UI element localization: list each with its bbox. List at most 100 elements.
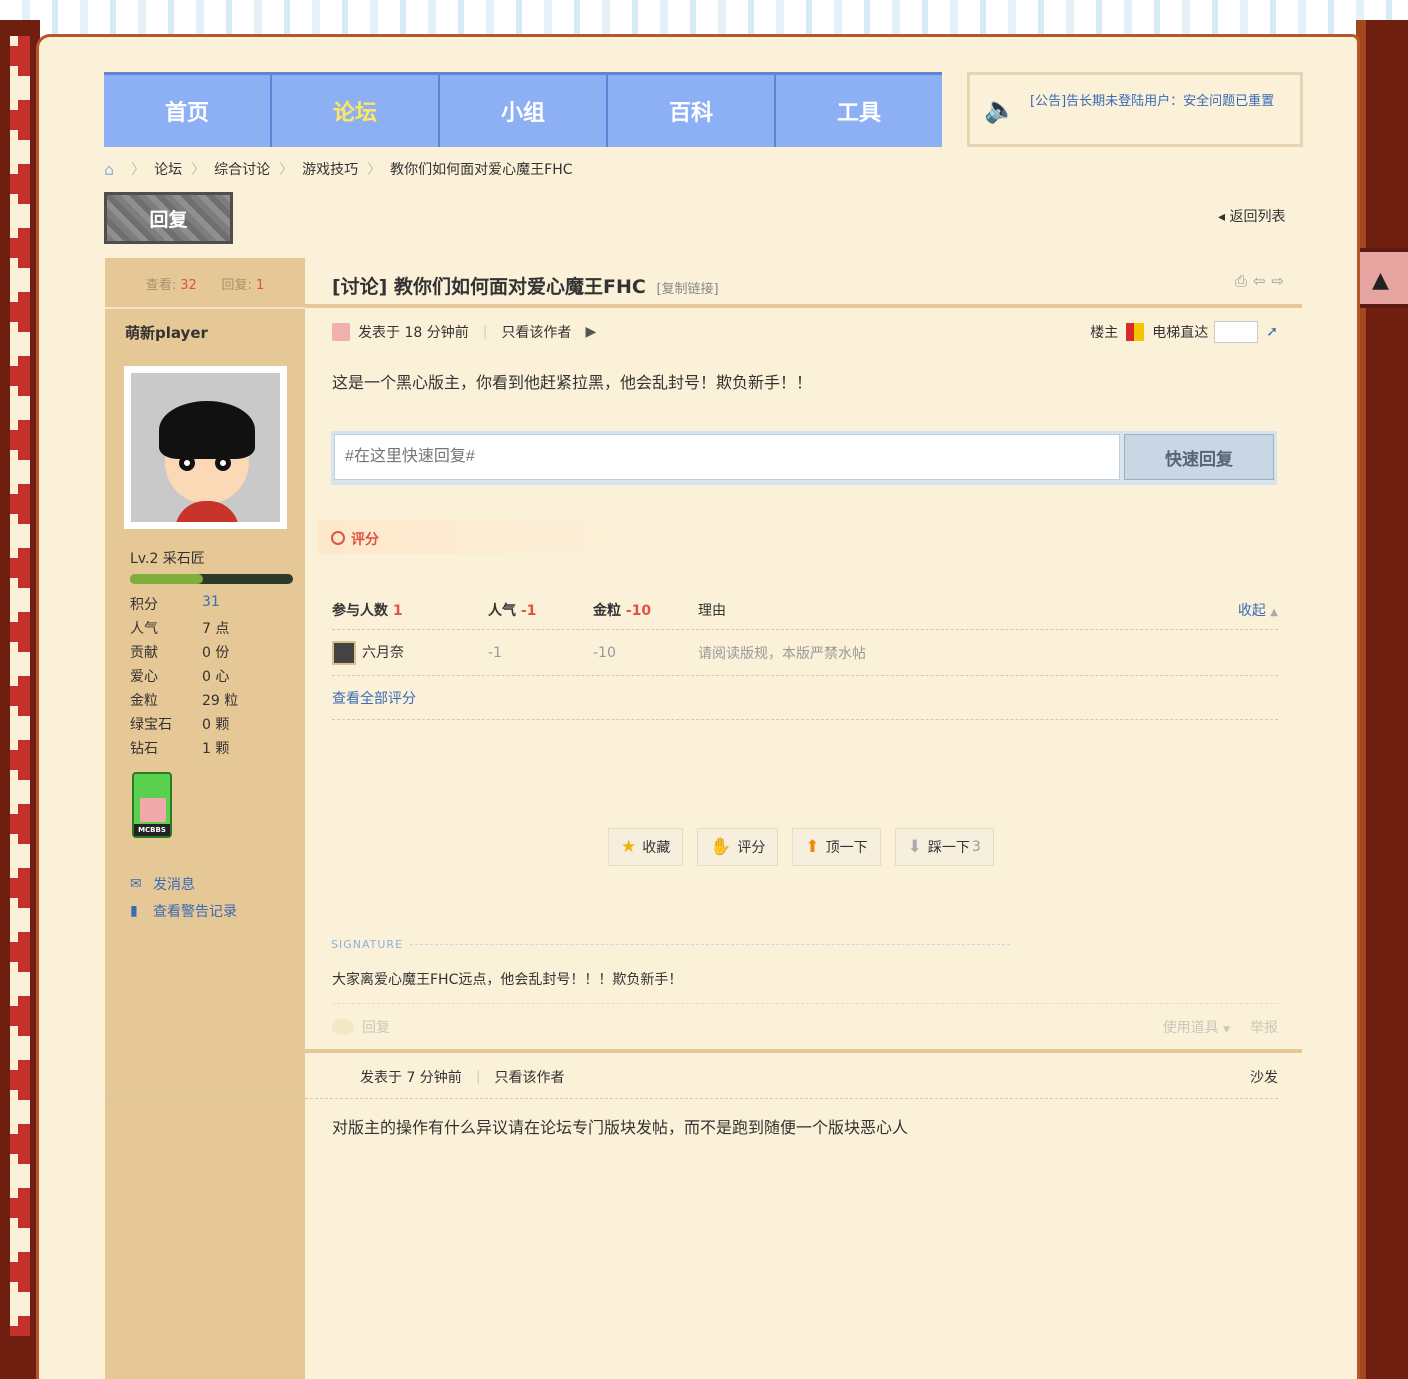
downvote-count: 3 (971, 839, 981, 855)
avatar-hair (159, 401, 255, 459)
elevator-input[interactable] (1214, 321, 1259, 343)
meta-right: 楼主 电梯直达 ➚ (1090, 321, 1278, 343)
rating-table: 参与人数 1 人气 -1 金粒 -10 理由 收起 ▲ 六月奈 -1 -10 请… (332, 590, 1278, 720)
replies-label: 回复: (221, 278, 252, 293)
jump-icon[interactable]: ➚ (1266, 324, 1278, 340)
collapse-label: 收起 (1237, 602, 1266, 619)
main-nav: 首页 论坛 小组 百科 工具 (104, 72, 942, 147)
view-all-rating-row: 查看全部评分 (332, 676, 1278, 720)
signature-text: 大家离爱心魔王FHC远点，他会乱封号！！！欺负新手！ (332, 972, 683, 988)
profile-row: 绿宝石 0 颗 (130, 714, 300, 738)
participants-cell: 参与人数 1 (332, 600, 488, 620)
rating-tab-label: 评分 (331, 529, 379, 549)
rating-popularity: -1 (488, 644, 502, 661)
home-icon[interactable]: ⌂ (104, 160, 114, 179)
post2-divider (105, 1098, 1278, 1099)
upvote-button[interactable]: ⬆ 顶一下 (792, 828, 881, 866)
back-to-list-label: 返回列表 (1229, 209, 1286, 225)
views-count: 32 (180, 278, 197, 293)
view-all-rating-link[interactable]: 查看全部评分 (332, 688, 416, 708)
post-header: [讨论] 教你们如何面对爱心魔王FHC [复制链接] ⎙⇦⇨ (305, 258, 1302, 308)
replies-count: 1 (256, 278, 265, 293)
collapse-rating-link[interactable]: 收起 ▲ (1238, 600, 1278, 620)
quick-reply-button[interactable]: 快速回复 (1124, 434, 1274, 480)
post2-meta: 发表于 7 分钟前 | 只看该作者 沙发 (360, 1064, 1278, 1090)
rater-name[interactable]: 六月奈 (362, 645, 404, 661)
post2-floor[interactable]: 沙发 (1250, 1067, 1278, 1087)
participants-count: 1 (392, 602, 403, 619)
popularity-label: 人气 (488, 602, 516, 619)
rater-cell: 六月奈 (332, 640, 488, 665)
gold-label: 金粒 (593, 602, 621, 619)
breadcrumb: ⌂ 〉 论坛 〉 综合讨论 〉 游戏技巧 〉 教你们如何面对爱心魔王FHC (104, 158, 573, 180)
pig-icon (140, 798, 166, 822)
print-icon[interactable]: ⎙ (1235, 272, 1253, 290)
thread-title: [讨论] 教你们如何面对爱心魔王FHC [复制链接] (332, 272, 719, 299)
post-footer: 回复 使用道具 ▼ 举报 (332, 1003, 1278, 1049)
thumb-icon: ✋ (710, 837, 732, 857)
announcement-link[interactable]: [公告]告长期未登陆用户：安全问题已重置 (1030, 93, 1290, 111)
quick-reply-box: 快速回复 (331, 431, 1277, 485)
mail-icon: ✉ (130, 876, 142, 892)
rating-gold: -10 (593, 644, 616, 661)
reply-bubble-icon (332, 1018, 354, 1035)
reply-button[interactable]: 回复 (104, 192, 233, 244)
star-icon: ★ (621, 837, 637, 857)
avatar[interactable] (124, 366, 287, 529)
profile-row: 金粒 29 粒 (130, 690, 300, 714)
thread-title-text: [讨论] 教你们如何面对爱心魔王FHC (332, 276, 646, 298)
profile-row: 爱心 0 心 (130, 666, 300, 690)
reason-header: 理由 (698, 602, 726, 619)
only-author-link[interactable]: 只看该作者 (501, 322, 571, 342)
popularity-cell: 人气 -1 (488, 600, 593, 620)
profile-value: 0 颗 (202, 717, 230, 733)
breadcrumb-forum[interactable]: 论坛 (154, 159, 182, 179)
post2-only-author-link[interactable]: 只看该作者 (495, 1067, 565, 1087)
nav-forum[interactable]: 论坛 (272, 75, 440, 147)
rate-button[interactable]: ✋ 评分 (697, 828, 779, 866)
breadcrumb-general[interactable]: 综合讨论 (214, 159, 270, 179)
author-name[interactable]: 萌新player (125, 322, 208, 343)
post-divider (105, 1049, 1302, 1053)
profile-value[interactable]: 31 (202, 594, 220, 618)
upvote-label: 顶一下 (825, 840, 868, 856)
post-meta: 发表于 18 分钟前 | 只看该作者 ▶ 楼主 电梯直达 ➚ (332, 318, 1278, 346)
play-arrow-icon[interactable]: ▶ (585, 324, 596, 340)
report-link[interactable]: 举报 (1250, 1017, 1278, 1037)
nav-wiki[interactable]: 百科 (608, 75, 776, 147)
profile-value: 29 粒 (202, 693, 239, 709)
announcement-box: 🔈 [公告]告长期未登陆用户：安全问题已重置 (967, 72, 1303, 147)
rating-tab[interactable]: 评分 (318, 520, 678, 554)
copy-link[interactable]: [复制链接] (656, 282, 718, 297)
rating-reason: 请阅读版规，本版严禁水帖 (698, 645, 866, 662)
pig-icon (332, 323, 350, 341)
post-actions: ★ 收藏 ✋ 评分 ⬆ 顶一下 ⬇ 踩一下 3 (608, 828, 994, 866)
nav-group[interactable]: 小组 (440, 75, 608, 147)
breadcrumb-thread[interactable]: 教你们如何面对爱心魔王FHC (390, 159, 572, 179)
nav-tools[interactable]: 工具 (776, 75, 942, 147)
stats-separator: | (206, 278, 212, 293)
prev-thread-icon[interactable]: ⇦ (1253, 272, 1272, 290)
send-message-link[interactable]: ✉ 发消息 (130, 874, 195, 894)
view-warnings-link[interactable]: ▮ 查看警告记录 (130, 901, 237, 921)
profile-value: 0 份 (202, 645, 230, 661)
footer-reply-link[interactable]: 回复 (362, 1017, 390, 1037)
medal-badge[interactable]: MCBBS (132, 772, 172, 838)
nav-home[interactable]: 首页 (104, 75, 272, 147)
profile-row: 人气 7 点 (130, 618, 300, 642)
profile-key: 绿宝石 (130, 717, 172, 733)
favorite-label: 收藏 (642, 840, 671, 856)
frame-right (1356, 20, 1408, 1379)
favorite-button[interactable]: ★ 收藏 (608, 828, 684, 866)
use-item-link[interactable]: 使用道具 ▼ (1163, 1017, 1230, 1037)
footer-right: 使用道具 ▼ 举报 (1163, 1017, 1278, 1037)
back-to-list-link[interactable]: ◂ 返回列表 (1218, 206, 1285, 226)
next-thread-icon[interactable]: ⇨ (1271, 272, 1290, 290)
quick-reply-input[interactable] (334, 434, 1120, 480)
profile-row: 贡献 0 份 (130, 642, 300, 666)
downvote-button[interactable]: ⬇ 踩一下 3 (894, 828, 994, 866)
rater-avatar[interactable] (332, 640, 356, 665)
view-warnings-label: 查看警告记录 (153, 904, 237, 920)
breadcrumb-tips[interactable]: 游戏技巧 (302, 159, 358, 179)
chevron-down-icon: ▼ (1223, 1024, 1230, 1035)
